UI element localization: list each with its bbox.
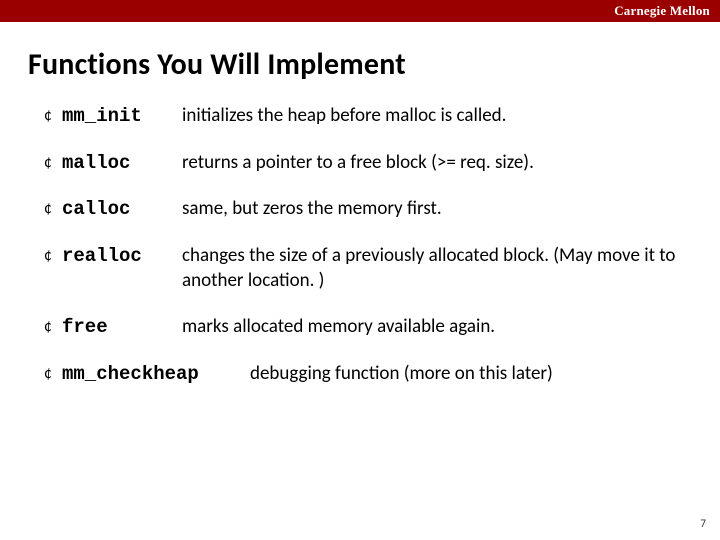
function-desc: initializes the heap before malloc is ca…	[182, 104, 690, 129]
function-desc: returns a pointer to a free block (>= re…	[182, 151, 690, 176]
function-name: realloc	[62, 244, 182, 269]
list-item: ¢ mm_init initializes the heap before ma…	[44, 104, 690, 129]
function-name: malloc	[62, 151, 182, 176]
list-item: ¢ calloc same, but zeros the memory firs…	[44, 197, 690, 222]
bullet-icon: ¢	[44, 151, 62, 175]
list-item: ¢ free marks allocated memory available …	[44, 315, 690, 340]
function-desc: marks allocated memory available again.	[182, 315, 690, 340]
function-list: ¢ mm_init initializes the heap before ma…	[44, 104, 690, 409]
function-desc: same, but zeros the memory first.	[182, 197, 690, 222]
brand-label: Carnegie Mellon	[614, 3, 710, 18]
bullet-icon: ¢	[44, 244, 62, 268]
function-name: calloc	[62, 197, 182, 222]
function-name: mm_init	[62, 104, 182, 129]
list-item: ¢ mm_checkheap debugging function (more …	[44, 362, 690, 387]
bullet-icon: ¢	[44, 197, 62, 221]
bullet-icon: ¢	[44, 104, 62, 128]
bullet-icon: ¢	[44, 315, 62, 339]
function-name: mm_checkheap	[62, 362, 250, 387]
header-bar: Carnegie Mellon	[0, 0, 720, 22]
list-item: ¢ realloc changes the size of a previous…	[44, 244, 690, 293]
function-desc: changes the size of a previously allocat…	[182, 244, 690, 293]
slide-title: Functions You Will Implement	[28, 46, 406, 83]
page-number: 7	[700, 517, 706, 530]
function-desc: debugging function (more on this later)	[250, 362, 690, 387]
list-item: ¢ malloc returns a pointer to a free blo…	[44, 151, 690, 176]
bullet-icon: ¢	[44, 362, 62, 386]
function-name: free	[62, 315, 182, 340]
